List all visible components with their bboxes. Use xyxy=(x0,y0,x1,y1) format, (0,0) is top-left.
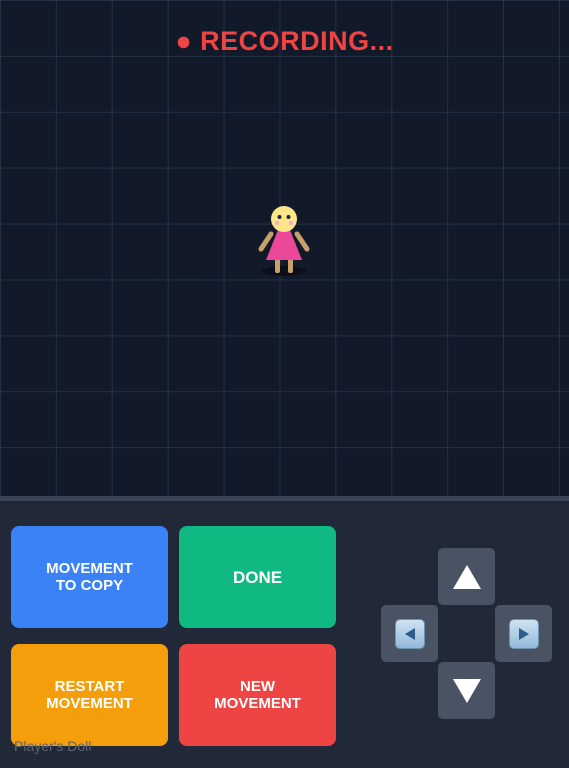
doll-shadow xyxy=(262,266,306,276)
dpad-up-button[interactable] xyxy=(438,548,495,605)
doll-left-leg xyxy=(275,258,280,273)
new-movement-button[interactable]: NEW MOVEMENT xyxy=(179,644,336,746)
doll-left-arm xyxy=(258,231,274,252)
done-button[interactable]: DONE xyxy=(179,526,336,628)
doll-left-cheek xyxy=(275,221,279,225)
doll-character[interactable] xyxy=(252,202,316,280)
doll-right-cheek xyxy=(289,221,293,225)
game-screen: ● RECORDING... MOVEMENT TO COPY DONE RES… xyxy=(0,0,569,768)
done-label: DONE xyxy=(232,567,283,587)
restart-movement-button[interactable]: RESTART MOVEMENT xyxy=(11,644,168,746)
movement-to-copy-label: MOVEMENT TO COPY xyxy=(46,560,133,594)
dpad-right-button[interactable] xyxy=(495,605,552,662)
dpad-left-button[interactable] xyxy=(381,605,438,662)
dpad-down-button[interactable] xyxy=(438,662,495,719)
recording-play-area: ● RECORDING... xyxy=(0,0,569,496)
right-arrow-key-icon xyxy=(508,618,539,649)
left-arrow-key-icon xyxy=(394,618,425,649)
triangle-down-icon xyxy=(452,678,481,703)
recording-status-text: ● RECORDING... xyxy=(175,26,394,56)
doll-right-leg xyxy=(288,258,293,273)
triangle-up-icon xyxy=(452,564,481,589)
new-movement-label: NEW MOVEMENT xyxy=(214,678,301,712)
doll-right-eye xyxy=(286,215,291,219)
player-doll-caption: Player's Doll xyxy=(14,738,92,754)
movement-to-copy-button[interactable]: MOVEMENT TO COPY xyxy=(11,526,168,628)
doll-left-eye xyxy=(277,215,282,219)
doll-right-arm xyxy=(294,231,310,252)
doll-head xyxy=(271,206,297,232)
restart-movement-label: RESTART MOVEMENT xyxy=(46,678,133,712)
